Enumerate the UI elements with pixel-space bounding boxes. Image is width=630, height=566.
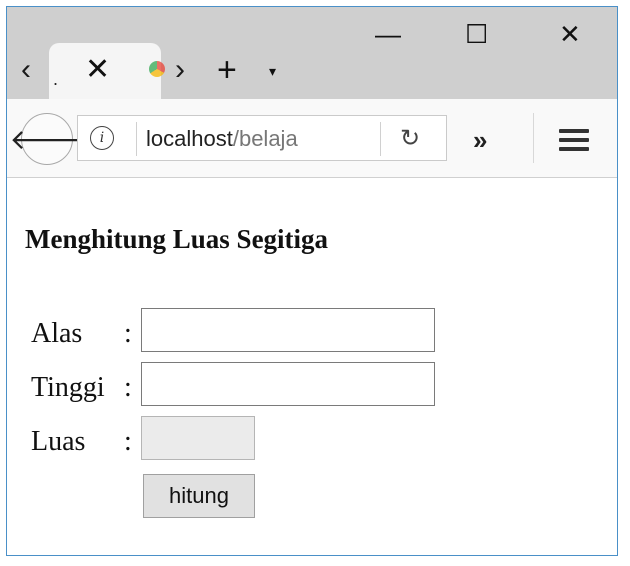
divider [136, 122, 137, 156]
luas-label: Luas [31, 426, 86, 457]
back-arrow-icon: 🡐 [9, 124, 85, 155]
tab-list-icon[interactable]: ▾ [269, 63, 276, 80]
luas-colon: : [124, 426, 132, 457]
hitung-button[interactable]: hitung [143, 474, 255, 518]
navigation-bar: 🡐 i localhost/belaja ↻ » [7, 99, 617, 178]
divider [533, 113, 534, 163]
info-icon[interactable]: i [90, 126, 114, 150]
divider [380, 122, 381, 156]
tab-scroll-left-icon[interactable]: ‹ [21, 55, 31, 85]
maximize-icon[interactable]: ☐ [465, 21, 488, 47]
luas-output [141, 416, 255, 460]
alas-colon: : [124, 318, 132, 349]
reload-icon[interactable]: ↻ [400, 124, 420, 153]
tinggi-colon: : [124, 372, 132, 403]
active-tab[interactable]: . ✕ [49, 43, 165, 101]
favicon-icon [149, 61, 165, 77]
alas-input[interactable] [141, 308, 435, 352]
browser-window: ‹ . ✕ › + ▾ — ☐ ✕ 🡐 i localhost/belaja ↻… [6, 6, 618, 556]
overflow-menu-icon[interactable]: » [473, 127, 487, 153]
tab-title: . [53, 69, 59, 89]
title-bar: ‹ . ✕ › + ▾ — ☐ ✕ [7, 7, 617, 101]
tab-close-icon[interactable]: ✕ [85, 55, 110, 85]
address-bar[interactable]: i localhost/belaja ↻ [77, 115, 447, 161]
new-tab-icon[interactable]: + [217, 53, 237, 87]
tab-scroll-right-icon[interactable]: › [175, 55, 185, 85]
back-button[interactable]: 🡐 [9, 113, 85, 165]
url-host: localhost [146, 126, 233, 151]
minimize-icon[interactable]: — [375, 21, 401, 47]
page-content: Menghitung Luas Segitiga Alas : Tinggi :… [7, 178, 617, 555]
page-title: Menghitung Luas Segitiga [25, 224, 329, 254]
tinggi-label: Tinggi [31, 372, 105, 403]
url-path: /belaja [232, 126, 298, 151]
close-window-icon[interactable]: ✕ [559, 21, 581, 47]
tinggi-input[interactable] [141, 362, 435, 406]
hamburger-menu-icon[interactable] [559, 129, 589, 156]
alas-label: Alas [31, 318, 83, 349]
url-text[interactable]: localhost/belaja [146, 126, 336, 152]
